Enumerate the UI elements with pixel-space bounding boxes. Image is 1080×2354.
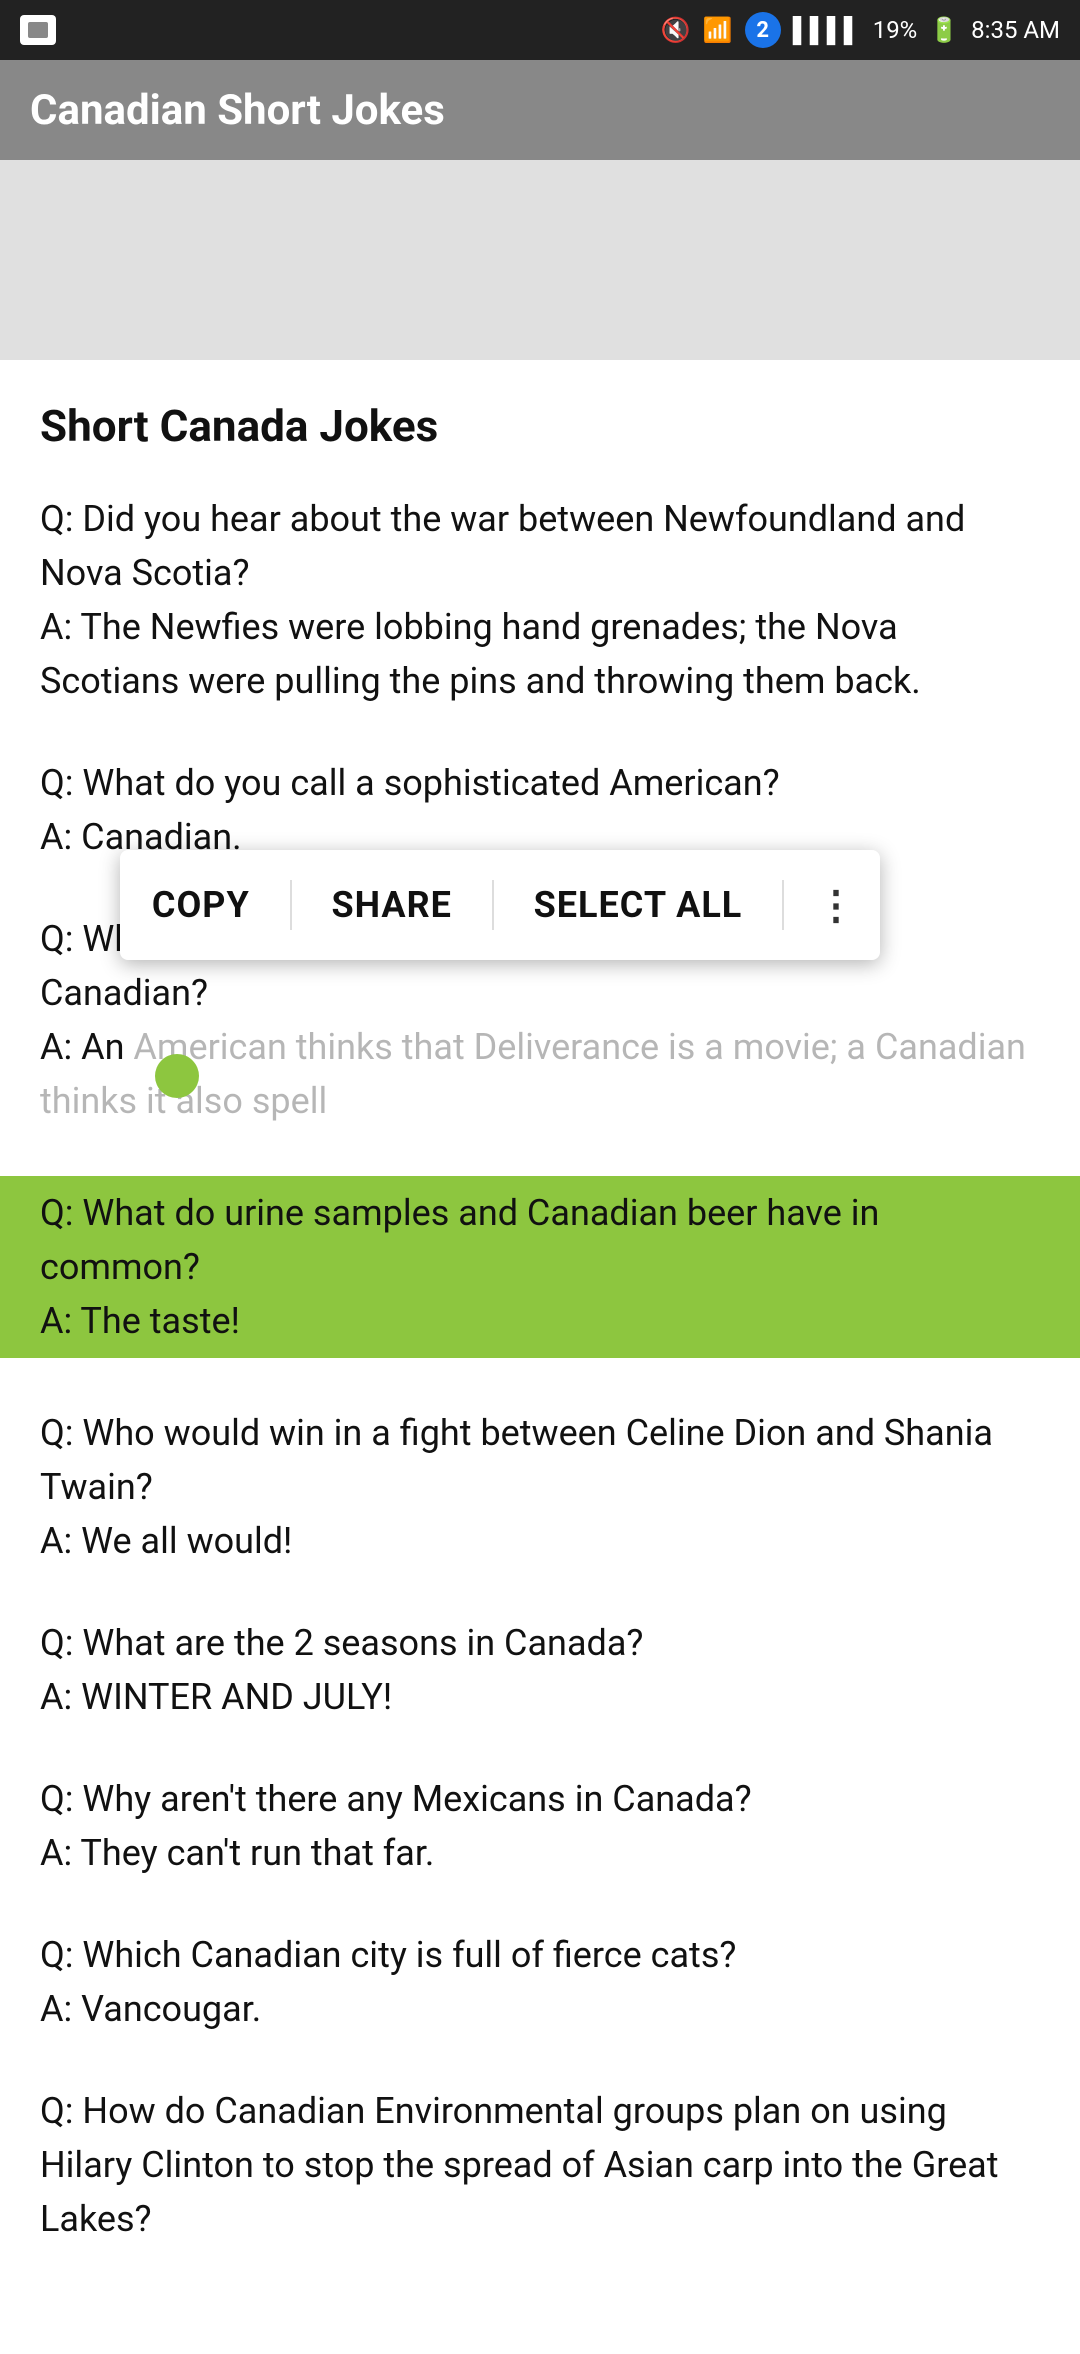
- joke-5-answer: A: We all would!: [40, 1520, 292, 1562]
- battery-level: 19%: [873, 16, 918, 44]
- mute-icon: 🔇: [661, 16, 691, 44]
- notification-badge: 2: [745, 12, 781, 48]
- joke-2: Q: What do you call a sophisticated Amer…: [40, 756, 1040, 864]
- divider-3: [782, 880, 784, 930]
- joke-1-answer: A: The Newfies were lobbing hand grenade…: [40, 606, 921, 702]
- joke-6-question: Q: What are the 2 seasons in Canada?: [40, 1622, 643, 1664]
- joke-7: Q: Why aren't there any Mexicans in Cana…: [40, 1772, 1040, 1880]
- joke-4: Q: What do urine samples and Canadian be…: [0, 1176, 1080, 1358]
- joke-7-question: Q: Why aren't there any Mexicans in Cana…: [40, 1778, 752, 1820]
- wifi-icon: 📶: [703, 16, 733, 44]
- status-bar: 🔇 📶 2 ▌▌▌▌ 19% 🔋 8:35 AM: [0, 0, 1080, 60]
- joke-5: Q: Who would win in a fight between Celi…: [40, 1406, 1040, 1568]
- joke-5-question: Q: Who would win in a fight between Celi…: [40, 1412, 993, 1508]
- joke-8: Q: Which Canadian city is full of fierce…: [40, 1928, 1040, 2036]
- joke-9: Q: How do Canadian Environmental groups …: [40, 2084, 1040, 2246]
- content-area: COPY SHARE SELECT ALL ⋮ Short Canada Jok…: [0, 360, 1080, 2354]
- joke-1-question: Q: Did you hear about the war between Ne…: [40, 498, 965, 594]
- divider-2: [492, 880, 494, 930]
- joke-6-answer: A: WINTER AND JULY!: [40, 1676, 392, 1718]
- signal-icon: ▌▌▌▌: [793, 16, 861, 45]
- app-title: Canadian Short Jokes: [30, 86, 445, 135]
- select-all-button[interactable]: SELECT ALL: [510, 864, 767, 946]
- joke-4-answer: A: The taste!: [40, 1300, 240, 1342]
- joke-8-question: Q: Which Canadian city is full of fierce…: [40, 1934, 736, 1976]
- divider-1: [290, 880, 292, 930]
- status-right: 🔇 📶 2 ▌▌▌▌ 19% 🔋 8:35 AM: [661, 12, 1060, 48]
- share-button[interactable]: SHARE: [308, 864, 476, 946]
- joke-9-question: Q: How do Canadian Environmental groups …: [40, 2090, 999, 2240]
- section-title: Short Canada Jokes: [40, 400, 1040, 452]
- joke-3-answer: A: An: [40, 1026, 125, 1068]
- photo-icon: [20, 15, 56, 45]
- status-left: [20, 15, 56, 45]
- joke-4-question: Q: What do urine samples and Canadian be…: [40, 1192, 879, 1288]
- joke-7-answer: A: They can't run that far.: [40, 1832, 434, 1874]
- joke-2-question: Q: What do you call a sophisticated Amer…: [40, 762, 780, 804]
- battery-icon: 🔋: [929, 16, 959, 44]
- joke-6: Q: What are the 2 seasons in Canada? A: …: [40, 1616, 1040, 1724]
- joke-1: Q: Did you hear about the war between Ne…: [40, 492, 1040, 708]
- ad-banner: [0, 160, 1080, 360]
- app-bar: Canadian Short Jokes: [0, 60, 1080, 160]
- copy-button[interactable]: COPY: [128, 864, 274, 946]
- context-menu-popup: COPY SHARE SELECT ALL ⋮: [120, 850, 880, 960]
- more-options-button[interactable]: ⋮: [800, 862, 872, 949]
- selection-handle: [155, 1054, 199, 1098]
- joke-8-answer: A: Vancougar.: [40, 1988, 261, 2030]
- clock: 8:35 AM: [971, 16, 1060, 44]
